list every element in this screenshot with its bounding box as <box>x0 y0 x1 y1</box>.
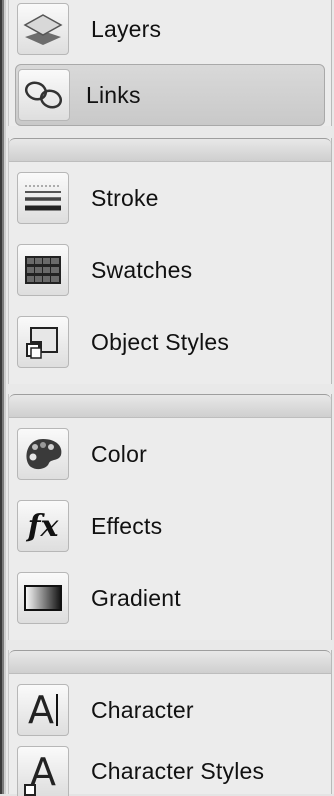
panel-item-links[interactable]: Links <box>15 64 325 126</box>
style-box-icon <box>24 784 36 796</box>
panel-group-header[interactable] <box>9 394 331 418</box>
panel-item-effects[interactable]: fx Effects <box>9 490 331 562</box>
effects-fx-icon: fx <box>17 500 69 552</box>
stroke-icon <box>17 172 69 224</box>
panel-group-color: Color fx Effects Gradient <box>8 394 332 640</box>
panel-group-header[interactable] <box>9 650 331 674</box>
panel-item-label: Object Styles <box>91 328 230 355</box>
dock-edge <box>0 0 6 794</box>
panel-item-label: Swatches <box>91 256 193 283</box>
panel-item-character-styles[interactable]: A Character Styles <box>9 746 331 796</box>
character-icon: A <box>17 684 69 736</box>
panel-item-label: Links <box>86 81 141 108</box>
fx-glyph: fx <box>27 508 59 544</box>
swatches-icon <box>17 244 69 296</box>
character-styles-icon: A <box>17 746 69 796</box>
panel-item-color[interactable]: Color <box>9 418 331 490</box>
panel-dock: Layers Links Stroke Swatches Object Styl… <box>0 0 334 796</box>
links-icon <box>18 69 70 121</box>
panel-group-layers: Layers Links <box>8 0 332 126</box>
panel-group-stroke: Stroke Swatches Object Styles <box>8 138 332 384</box>
panel-item-label: Layers <box>91 15 162 42</box>
gradient-icon <box>17 572 69 624</box>
character-glyph: A <box>28 688 54 732</box>
layers-icon <box>17 3 69 55</box>
panel-item-stroke[interactable]: Stroke <box>9 162 331 234</box>
panel-item-label: Character Styles <box>91 757 265 784</box>
panel-item-label: Color <box>91 440 147 467</box>
panel-item-object-styles[interactable]: Object Styles <box>9 306 331 378</box>
text-cursor-icon <box>56 694 58 726</box>
panel-item-label: Gradient <box>91 584 181 611</box>
panel-group-header[interactable] <box>9 138 331 162</box>
color-palette-icon <box>17 428 69 480</box>
panel-item-gradient[interactable]: Gradient <box>9 562 331 634</box>
panel-item-swatches[interactable]: Swatches <box>9 234 331 306</box>
panel-group-character: A Character A Character Styles <box>8 650 332 796</box>
panel-item-label: Stroke <box>91 184 159 211</box>
panel-item-layers[interactable]: Layers <box>9 0 331 58</box>
panel-item-character[interactable]: A Character <box>9 674 331 746</box>
panel-item-label: Character <box>91 696 194 723</box>
object-styles-icon <box>17 316 69 368</box>
panel-item-label: Effects <box>91 512 163 539</box>
